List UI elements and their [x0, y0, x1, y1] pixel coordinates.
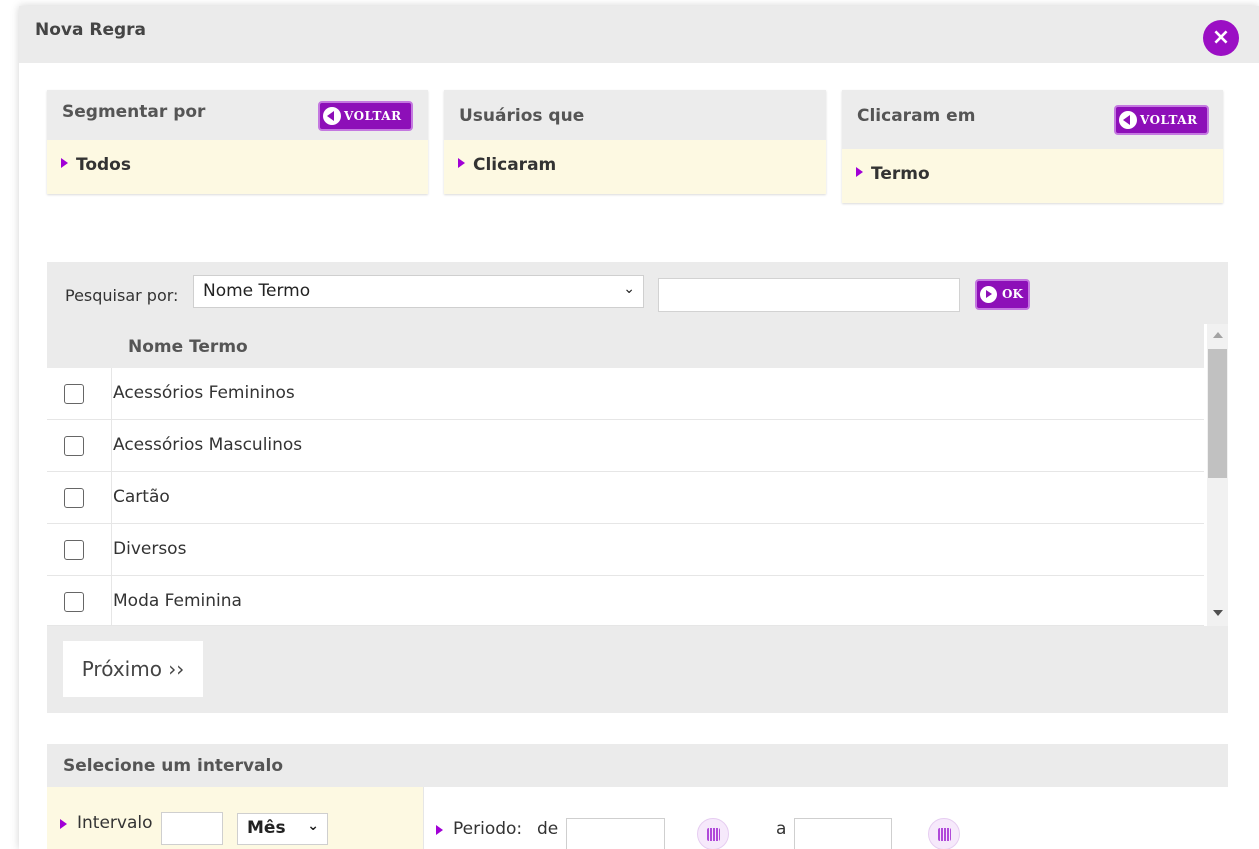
checkbox-cell — [47, 420, 112, 472]
step-value-text: Clicaram — [473, 155, 557, 175]
checkbox-cell — [47, 368, 112, 420]
interval-input[interactable] — [161, 812, 223, 845]
search-by-select[interactable]: Nome Termo ⌄ — [193, 275, 644, 308]
triangle-right-icon — [61, 158, 68, 168]
checkbox-cell — [47, 472, 112, 524]
calendar-icon[interactable] — [697, 818, 729, 849]
table-row[interactable]: Moda Feminina — [47, 576, 1204, 626]
search-panel: Pesquisar por: Nome Termo ⌄ OK Nome Term… — [47, 262, 1228, 713]
scroll-down-icon[interactable] — [1213, 610, 1223, 616]
table-row[interactable]: Acessórios Femininos — [47, 368, 1204, 420]
triangle-right-icon — [436, 825, 443, 835]
step-usuarios-que: Usuários que Clicaram — [444, 90, 826, 194]
table-header: Nome Termo — [47, 324, 1204, 368]
step-value[interactable]: Todos — [61, 155, 131, 175]
table-row[interactable]: Cartão — [47, 472, 1204, 524]
voltar-label: VOLTAR — [344, 109, 402, 123]
search-by-selected: Nome Termo — [203, 281, 311, 301]
step-title: Clicaram em — [857, 106, 976, 126]
step-body: Todos — [47, 140, 428, 194]
table-row[interactable]: Acessórios Masculinos — [47, 420, 1204, 472]
voltar-button[interactable]: VOLTAR — [318, 101, 413, 131]
row-label: Diversos — [113, 539, 187, 559]
table-row[interactable]: Diversos — [47, 524, 1204, 576]
to-label: a — [776, 819, 787, 839]
step-header: Clicaram em VOLTAR — [842, 90, 1223, 149]
scroll-thumb[interactable] — [1208, 349, 1227, 478]
step-value[interactable]: Termo — [856, 164, 930, 184]
from-label: de — [537, 819, 559, 839]
step-title: Segmentar por — [62, 102, 206, 122]
interval-unit-selected: Mês — [247, 818, 286, 838]
modal-title: Nova Regra — [35, 20, 147, 40]
period-label: Periodo: — [453, 819, 523, 839]
to-date-input[interactable] — [794, 818, 892, 849]
next-button[interactable]: Próximo ›› — [63, 641, 203, 697]
row-checkbox[interactable] — [64, 488, 84, 508]
back-arrow-icon — [323, 107, 341, 125]
table-scrollbar[interactable] — [1207, 324, 1228, 626]
modal-header: Nova Regra × — [19, 6, 1259, 63]
interval-option[interactable]: Intervalo Mês ⌄ — [47, 787, 424, 849]
triangle-right-icon — [856, 167, 863, 177]
step-value-text: Termo — [871, 164, 930, 184]
voltar-button[interactable]: VOLTAR — [1114, 105, 1209, 135]
step-body: Clicaram — [444, 140, 826, 194]
terms-table: Nome Termo Acessórios Femininos Acessóri… — [47, 324, 1228, 626]
row-label: Acessórios Femininos — [113, 383, 295, 403]
ok-label: OK — [1002, 287, 1023, 301]
row-checkbox[interactable] — [64, 436, 84, 456]
close-icon[interactable]: × — [1203, 20, 1239, 56]
column-header-nome-termo: Nome Termo — [128, 337, 248, 357]
new-rule-modal: Nova Regra × Segmentar por VOLTAR Todos … — [19, 6, 1259, 849]
chevron-down-icon: ⌄ — [307, 818, 319, 834]
interval-title: Selecione um intervalo — [63, 756, 284, 776]
chevron-down-icon: ⌄ — [623, 281, 635, 297]
step-value-text: Todos — [76, 155, 131, 175]
step-value[interactable]: Clicaram — [458, 155, 556, 175]
triangle-right-icon — [60, 819, 67, 829]
search-label: Pesquisar por: — [65, 286, 179, 305]
ok-button[interactable]: OK — [975, 279, 1030, 310]
step-title: Usuários que — [459, 106, 585, 126]
row-checkbox[interactable] — [64, 540, 84, 560]
checkbox-cell — [47, 524, 112, 576]
row-label: Moda Feminina — [113, 591, 242, 611]
step-segmentar-por: Segmentar por VOLTAR Todos — [47, 90, 428, 194]
step-body: Termo — [842, 149, 1223, 203]
step-clicaram-em: Clicaram em VOLTAR Termo — [842, 90, 1223, 203]
row-label: Cartão — [113, 487, 170, 507]
interval-label: Intervalo — [77, 813, 153, 833]
step-header: Usuários que — [444, 90, 826, 140]
triangle-right-icon — [458, 158, 465, 168]
checkbox-cell — [47, 576, 112, 626]
calendar-icon[interactable] — [928, 818, 960, 849]
interval-unit-select[interactable]: Mês ⌄ — [237, 813, 328, 845]
from-date-input[interactable] — [566, 818, 665, 849]
search-input[interactable] — [658, 278, 960, 312]
scroll-up-icon[interactable] — [1213, 332, 1223, 338]
row-checkbox[interactable] — [64, 592, 84, 612]
row-label: Acessórios Masculinos — [113, 435, 303, 455]
interval-header: Selecione um intervalo — [47, 744, 1228, 787]
play-icon — [980, 286, 997, 303]
back-arrow-icon — [1119, 111, 1137, 129]
step-header: Segmentar por VOLTAR — [47, 90, 428, 140]
interval-panel: Selecione um intervalo Intervalo Mês ⌄ P… — [47, 744, 1228, 849]
voltar-label: VOLTAR — [1140, 113, 1198, 127]
row-checkbox[interactable] — [64, 384, 84, 404]
